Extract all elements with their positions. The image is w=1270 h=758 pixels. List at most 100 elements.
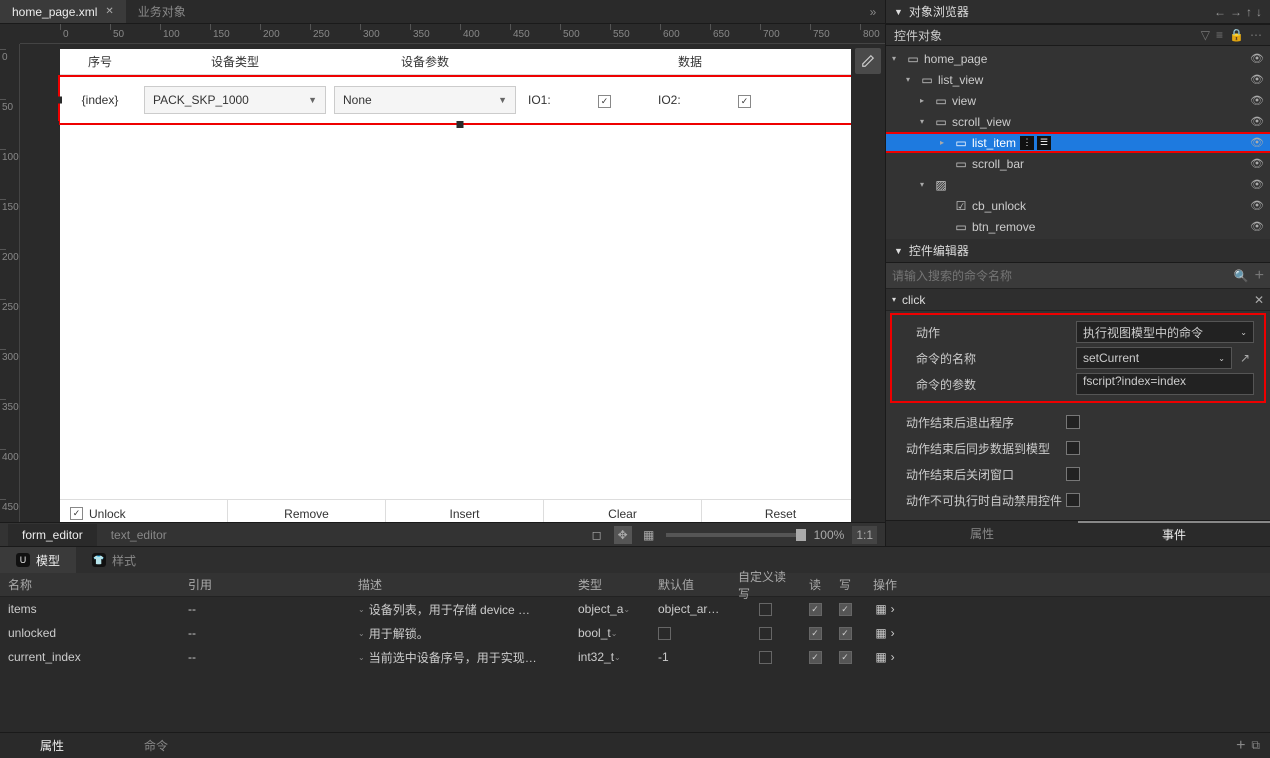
tree-subheader: 控件对象 ▽ ≡ 🔒 ⋯ <box>886 24 1270 46</box>
close-icon[interactable]: ✕ <box>1254 293 1264 307</box>
widget-editor-header[interactable]: ▼控件编辑器 <box>886 239 1270 263</box>
visibility-icon[interactable]: 👁 <box>1250 52 1264 65</box>
cursor-icon[interactable]: ✥ <box>614 526 632 544</box>
right-tab-events[interactable]: 事件 <box>1078 521 1270 546</box>
tab-style[interactable]: 👕样式 <box>76 547 152 573</box>
zoom-percent: 100% <box>814 528 845 542</box>
label-sync: 动作结束后同步数据到模型 <box>906 440 1066 457</box>
chevron-down-icon: ▼ <box>308 95 317 105</box>
tab-model[interactable]: U模型 <box>0 547 76 573</box>
reset-button[interactable]: Reset <box>702 500 851 522</box>
tab-business-object[interactable]: 业务对象 <box>126 0 198 23</box>
label-exit: 动作结束后退出程序 <box>906 414 1066 431</box>
combo-action[interactable]: 执行视图模型中的命令⌄ <box>1076 321 1254 343</box>
table-header-row: 序号 设备类型 设备参数 数据 <box>60 49 851 75</box>
tree-node-home-page[interactable]: ▾▭home_page👁 <box>886 48 1270 69</box>
clear-button[interactable]: Clear <box>544 500 702 522</box>
tree-node-scroll-bar[interactable]: ▭scroll_bar👁 <box>886 153 1270 174</box>
tab-form-editor[interactable]: form_editor <box>8 524 97 546</box>
zoom-ratio[interactable]: 1:1 <box>852 526 877 544</box>
visibility-icon[interactable]: 👁 <box>1250 178 1264 191</box>
col-type: 设备类型 <box>140 53 330 70</box>
tree-node-scroll-view[interactable]: ▾▭scroll_view👁 <box>886 111 1270 132</box>
props-icon[interactable]: ⋮ <box>1020 136 1034 150</box>
tab-text-editor[interactable]: text_editor <box>97 524 181 546</box>
table-row[interactable]: current_index--⌄当前选中设备序号，用于实现…int32_t ⌄-… <box>0 645 1270 669</box>
remove-button[interactable]: Remove <box>228 500 386 522</box>
label-close: 动作结束后关闭窗口 <box>906 466 1066 483</box>
checkbox-exit[interactable] <box>1066 415 1080 429</box>
label-io2: IO2: <box>650 93 730 107</box>
grid-icon[interactable]: ▦ <box>640 526 658 544</box>
more-icon[interactable]: ⋯ <box>1250 28 1262 42</box>
table-row[interactable]: items--⌄设备列表，用于存储 device …object_a ⌄obje… <box>0 597 1270 621</box>
label-disable: 动作不可执行时自动禁用控件 <box>906 492 1066 509</box>
list-icon[interactable]: ≡ <box>1216 28 1223 42</box>
copy-icon[interactable]: ⧉ <box>1251 738 1260 753</box>
visibility-icon[interactable]: 👁 <box>1250 136 1264 149</box>
resize-handle[interactable] <box>55 97 62 104</box>
resize-handle[interactable] <box>52 121 59 128</box>
file-tabs: home_page.xml✕ 业务对象 » <box>0 0 885 24</box>
add-icon[interactable]: + <box>1236 737 1245 755</box>
visibility-icon[interactable]: 👁 <box>1250 73 1264 86</box>
tree-node-empty[interactable]: ▾▨👁 <box>886 174 1270 195</box>
combo-device-param[interactable]: None▼ <box>334 86 516 114</box>
close-icon[interactable]: ✕ <box>105 6 113 17</box>
right-tab-properties[interactable]: 属性 <box>886 521 1078 546</box>
nav-down-icon[interactable]: ↓ <box>1256 5 1262 19</box>
menu-icon[interactable]: ☰ <box>1037 136 1051 150</box>
visibility-icon[interactable]: 👁 <box>1250 94 1264 107</box>
lock-icon[interactable]: 🔒 <box>1229 28 1244 42</box>
resize-handle[interactable] <box>457 121 464 128</box>
insert-button[interactable]: Insert <box>386 500 544 522</box>
checkbox-disable[interactable] <box>1066 493 1080 507</box>
object-browser-header[interactable]: ▼对象浏览器 ← → ↑ ↓ <box>886 0 1270 24</box>
prop-group-click[interactable]: ▾click✕ <box>886 289 1270 311</box>
chevron-down-icon: ▼ <box>498 95 507 105</box>
filter-icon[interactable]: ▽ <box>1201 28 1210 42</box>
model-table-header: 名称 引用 描述 类型 默认值 自定义读写 读 写 操作 <box>0 573 1270 597</box>
link-icon[interactable]: ↗ <box>1236 351 1254 365</box>
edit-pencil-icon[interactable] <box>855 48 881 74</box>
nav-up-icon[interactable]: ↑ <box>1246 5 1252 19</box>
tabs-overflow-icon[interactable]: » <box>861 0 885 23</box>
label-action: 动作 <box>916 324 1076 341</box>
tree-node-list-view[interactable]: ▾▭list_view👁 <box>886 69 1270 90</box>
tree-node-view[interactable]: ▸▭view👁 <box>886 90 1270 111</box>
visibility-icon[interactable]: 👁 <box>1250 199 1264 212</box>
ruler-horizontal: 0501001502002503003504004505005506006507… <box>20 24 885 44</box>
list-item-selection[interactable]: {index} PACK_SKP_1000▼ None▼ IO1: ✓ IO2: <box>58 75 851 125</box>
visibility-icon[interactable]: 👁 <box>1250 115 1264 128</box>
bottom-tab-properties[interactable]: 属性 <box>0 733 104 758</box>
checkbox-close[interactable] <box>1066 467 1080 481</box>
combo-device-type[interactable]: PACK_SKP_1000▼ <box>144 86 326 114</box>
tree-node-btn-remove[interactable]: ▭btn_remove👁 <box>886 216 1270 237</box>
input-cmd-param[interactable]: fscript?index=index <box>1076 373 1254 395</box>
search-input[interactable] <box>892 269 1234 283</box>
tree-node-cb-unlock[interactable]: ☑cb_unlock👁 <box>886 195 1270 216</box>
combo-cmd-name[interactable]: setCurrent⌄ <box>1076 347 1232 369</box>
object-tree: ▾▭home_page👁 ▾▭list_view👁 ▸▭view👁 ▾▭scro… <box>886 46 1270 239</box>
form-canvas[interactable]: 序号 设备类型 设备参数 数据 {index} PACK_SKP_1000▼ <box>60 49 851 522</box>
tree-node-list-item[interactable]: ▸▭list_item⋮☰👁 <box>886 132 1270 153</box>
tab-home-page[interactable]: home_page.xml✕ <box>0 0 126 23</box>
checkbox-io2[interactable]: ✓ <box>738 95 751 108</box>
visibility-icon[interactable]: 👁 <box>1250 157 1264 170</box>
checkbox-io1[interactable]: ✓ <box>598 95 611 108</box>
zoom-slider[interactable] <box>666 533 806 537</box>
nav-back-icon[interactable]: ← <box>1214 5 1226 19</box>
crop-icon[interactable]: ◻ <box>588 526 606 544</box>
col-param: 设备参数 <box>330 53 520 70</box>
unlock-checkbox[interactable]: ✓Unlock <box>60 500 228 522</box>
nav-forward-icon[interactable]: → <box>1230 5 1242 19</box>
add-icon[interactable]: + <box>1255 267 1264 285</box>
visibility-icon[interactable]: 👁 <box>1250 220 1264 233</box>
bottom-tab-commands[interactable]: 命令 <box>104 733 208 758</box>
col-data: 数据 <box>520 53 851 70</box>
checkbox-sync[interactable] <box>1066 441 1080 455</box>
form-footer: ✓Unlock Remove Insert Clear Reset <box>60 499 851 522</box>
table-row[interactable]: unlocked--⌄用于解锁。bool_t ⌄▦› <box>0 621 1270 645</box>
label-cmd-name: 命令的名称 <box>916 350 1076 367</box>
search-icon[interactable]: 🔍 <box>1234 269 1249 283</box>
